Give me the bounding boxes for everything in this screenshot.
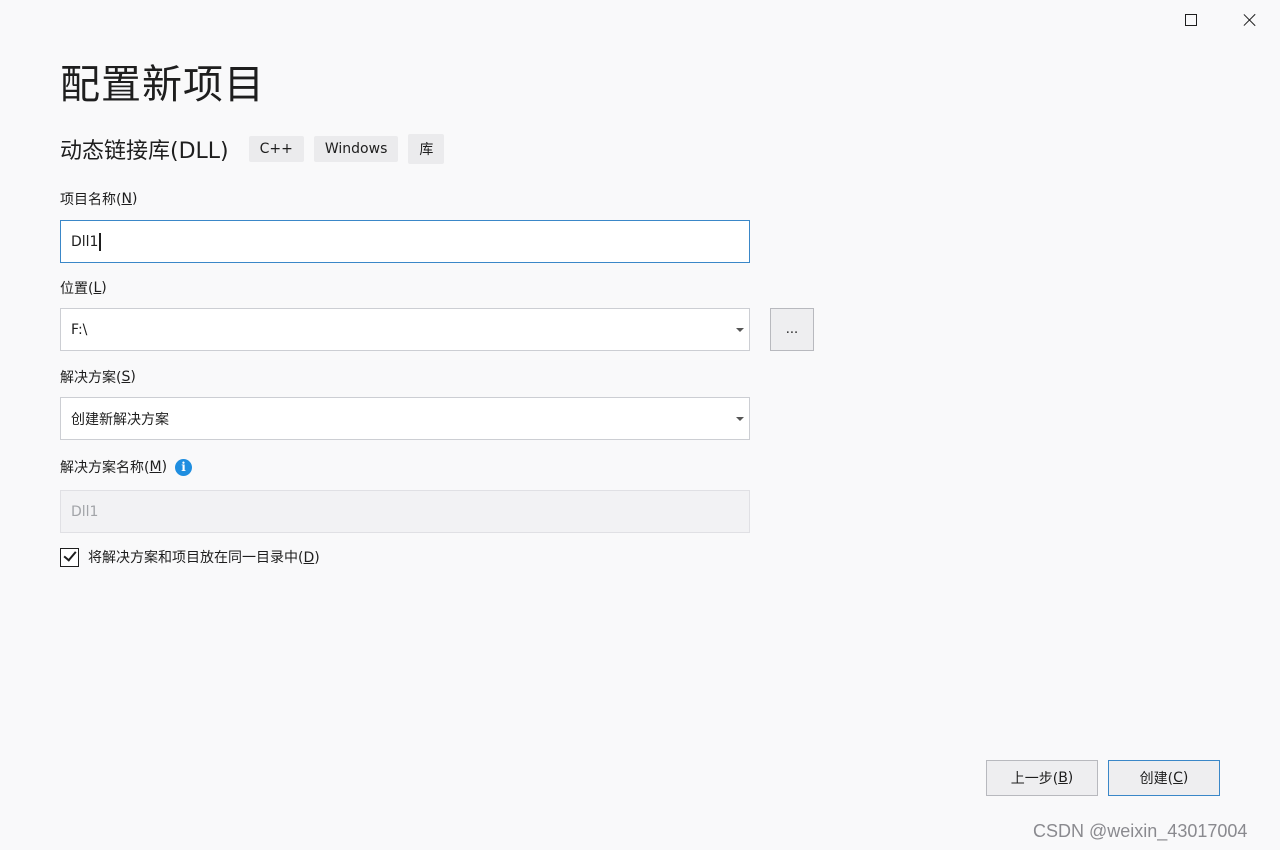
solution-label: 解决方案(S) xyxy=(60,369,136,386)
chevron-down-icon[interactable] xyxy=(736,328,744,332)
template-name: 动态链接库(DLL) xyxy=(60,139,229,164)
close-icon xyxy=(1243,13,1257,27)
solution-name-input: Dll1 xyxy=(60,490,750,533)
create-button[interactable]: 创建(C) xyxy=(1108,760,1220,796)
tag-project-type: 库 xyxy=(408,134,445,164)
watermark: CSDN @weixin_43017004 xyxy=(1033,821,1248,841)
browse-button[interactable]: ... xyxy=(770,308,814,351)
project-name-value: Dll1 xyxy=(71,233,99,250)
tag-language: C++ xyxy=(248,136,304,162)
same-directory-label: 将解决方案和项目放在同一目录中(D) xyxy=(88,550,320,566)
project-name-label: 项目名称(N) xyxy=(60,191,138,208)
solution-value: 创建新解决方案 xyxy=(71,411,169,428)
close-button[interactable] xyxy=(1232,6,1268,34)
maximize-button[interactable] xyxy=(1173,6,1209,34)
solution-name-value: Dll1 xyxy=(71,503,99,520)
template-info: 动态链接库(DLL) C++ Windows 库 xyxy=(60,134,445,164)
solution-name-label: 解决方案名称(M) i xyxy=(60,457,193,477)
text-caret xyxy=(99,232,101,251)
location-value: F:\ xyxy=(71,321,88,338)
location-combobox[interactable]: F:\ xyxy=(60,308,750,351)
location-label: 位置(L) xyxy=(60,280,107,297)
tag-platform: Windows xyxy=(313,136,399,162)
browse-label: ... xyxy=(785,322,799,337)
checkmark-icon xyxy=(63,547,77,562)
page-title: 配置新项目 xyxy=(60,62,265,108)
solution-dropdown[interactable]: 创建新解决方案 xyxy=(60,397,750,440)
chevron-down-icon[interactable] xyxy=(736,417,744,421)
same-directory-checkbox[interactable] xyxy=(60,547,79,567)
maximize-icon xyxy=(1185,14,1197,26)
back-button[interactable]: 上一步(B) xyxy=(986,760,1098,796)
project-name-input[interactable]: Dll1 xyxy=(60,220,750,263)
same-directory-option[interactable]: 将解决方案和项目放在同一目录中(D) xyxy=(60,547,320,567)
info-icon[interactable]: i xyxy=(175,458,193,476)
